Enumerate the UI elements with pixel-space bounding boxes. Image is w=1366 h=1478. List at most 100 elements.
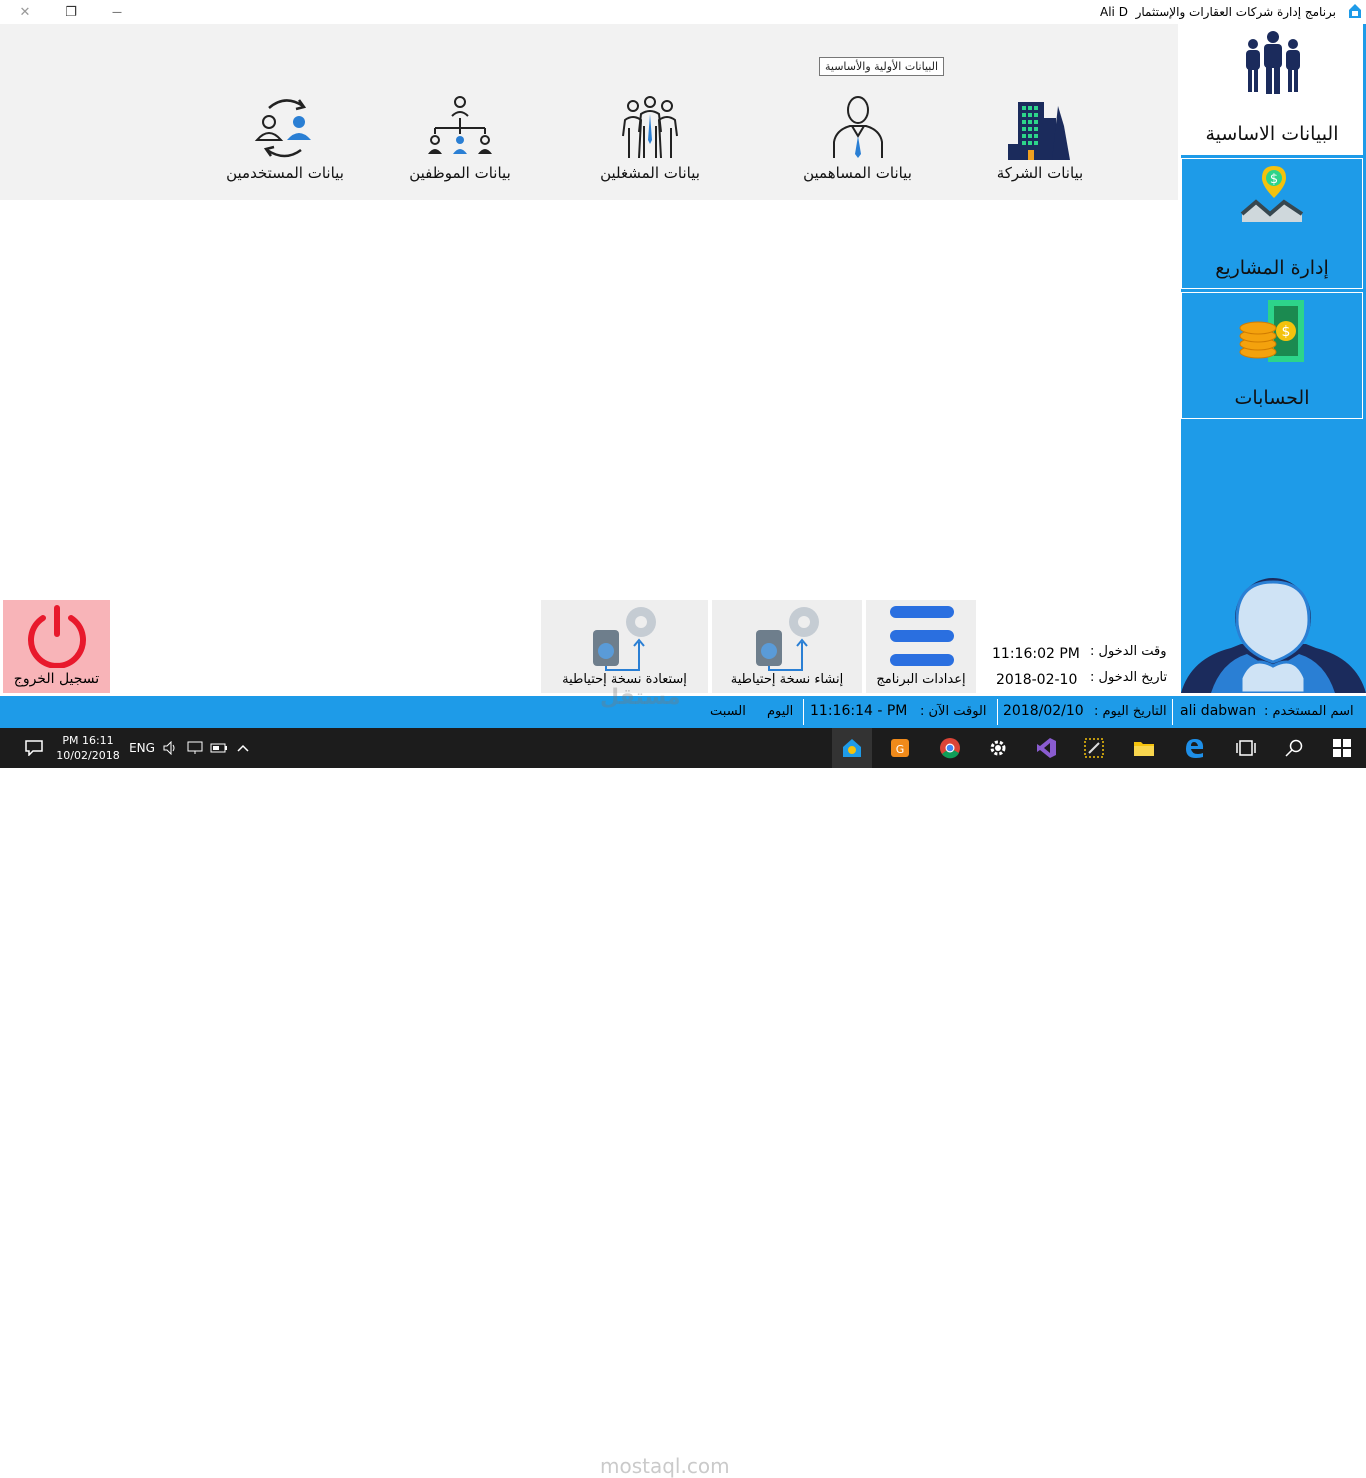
backup-create-button[interactable]: إنشاء نسخة إحتياطية — [712, 600, 862, 693]
svg-text:$: $ — [1270, 172, 1278, 187]
current-user-short: Ali D — [1100, 5, 1128, 19]
operators-group-icon — [622, 96, 678, 159]
avatar-icon — [1181, 578, 1366, 695]
tool-label: بيانات المساهمين — [803, 164, 912, 182]
sheepos-icon: G — [891, 739, 909, 757]
status-user-value: ali dabwan — [1180, 703, 1257, 719]
chrome-icon — [940, 738, 960, 759]
sidebar-item-label: البيانات الاساسية — [1205, 123, 1339, 145]
tool-label: بيانات الموظفين — [409, 164, 511, 182]
tool-users-data[interactable]: بيانات المستخدمين — [215, 96, 355, 182]
status-day-label: اليوم — [767, 704, 794, 719]
language-indicator[interactable]: ENG — [126, 728, 158, 768]
taskbar-clock[interactable]: PM 16:11 10/02/2018 — [56, 728, 120, 768]
status-time-label: الوقت الآن : — [920, 704, 987, 719]
status-day-value: السبت — [710, 704, 746, 719]
taskbar-app-visual-studio[interactable] — [1026, 728, 1066, 768]
tool-shareholders-data[interactable]: بيانات المساهمين — [790, 96, 925, 182]
visual-studio-icon — [1037, 738, 1056, 758]
close-icon: ✕ — [19, 4, 31, 20]
tool-label: بيانات الشركة — [996, 164, 1084, 182]
status-user-label: اسم المستخدم : — [1264, 704, 1354, 719]
taskbar-app-sheepos[interactable]: G — [880, 728, 920, 768]
sidebar-item-projects[interactable]: $ إدارة المشاريع — [1181, 158, 1363, 289]
close-button[interactable]: ✕ — [2, 0, 48, 24]
network-icon[interactable] — [184, 728, 206, 768]
taskbar-app-chrome[interactable] — [930, 728, 970, 768]
task-view-icon — [1236, 740, 1256, 756]
gear-icon — [990, 740, 1006, 756]
tool-operators-data[interactable]: بيانات المشغلين — [585, 96, 715, 182]
people-group-icon — [1246, 31, 1300, 94]
tooltip: البيانات الأولية والأساسية — [819, 57, 945, 76]
clock-time: PM 16:11 — [62, 734, 114, 747]
sidebar-item-label: إدارة المشاريع — [1215, 257, 1329, 279]
sidebar-item-label: الحسابات — [1234, 387, 1310, 409]
search-icon — [1285, 739, 1303, 757]
app-title: برنامج إدارة شركات العقارات والإستثمار — [1135, 5, 1336, 19]
backup-create-icon — [756, 607, 819, 671]
taskbar-app-settings[interactable] — [978, 728, 1018, 768]
divider — [803, 699, 804, 725]
status-bar: اسم المستخدم : ali dabwan التاريخ اليوم … — [0, 696, 1366, 728]
sidebar-item-basic-data[interactable]: البيانات الاساسية — [1181, 24, 1363, 155]
login-time-label: وقت الدخول : — [1090, 644, 1167, 659]
folder-icon — [1134, 742, 1154, 756]
edge-icon — [1186, 739, 1204, 758]
notification-icon — [25, 740, 43, 756]
restore-button[interactable]: ❐ — [48, 0, 94, 24]
divider — [1172, 699, 1173, 725]
login-date-value: 2018-02-10 — [996, 672, 1078, 688]
sidebar-item-accounts[interactable]: $ الحسابات — [1181, 292, 1363, 419]
menu-icon — [890, 606, 954, 666]
taskbar-app-edge[interactable] — [1174, 728, 1214, 768]
backup-restore-icon — [593, 607, 656, 671]
svg-text:$: $ — [1282, 324, 1291, 340]
login-time-value: 11:16:02 PM — [992, 646, 1080, 662]
task-view-button[interactable] — [1226, 728, 1266, 768]
businessman-icon — [832, 96, 883, 158]
status-date-value: 2018/02/10 — [1003, 703, 1084, 719]
status-time-value: 11:16:14 - PM — [810, 703, 908, 719]
minimize-icon: — — [112, 6, 122, 18]
taskbar-app-realestate[interactable] — [832, 728, 872, 768]
sidebar: البيانات الاساسية $ إدارة المشاريع $ الح… — [1181, 24, 1366, 578]
battery-icon[interactable] — [208, 728, 230, 768]
tool-employees-data[interactable]: بيانات الموظفين — [395, 96, 525, 182]
watermark-url: mostaql.com — [600, 1454, 730, 1478]
toolbar-panel: بيانات الشركة بيانات المساهمين بيانات ال… — [0, 24, 1178, 200]
users-sync-icon — [254, 99, 311, 158]
action-center-button[interactable] — [14, 728, 54, 768]
user-avatar — [1181, 578, 1366, 695]
title-bar: ✕ ❐ — Ali D برنامج إدارة شركات العقارات … — [0, 0, 1366, 24]
tool-company-data[interactable]: بيانات الشركة — [990, 96, 1090, 182]
coins-money-icon: $ — [1239, 300, 1304, 362]
watermark-logo: مستقل — [600, 685, 681, 710]
app-icon — [1349, 4, 1361, 18]
power-icon — [28, 605, 86, 668]
house-dollar-icon: $ — [1240, 166, 1304, 222]
house-app-icon — [843, 739, 861, 757]
start-button[interactable] — [1322, 728, 1362, 768]
tool-label: بيانات المستخدمين — [226, 164, 344, 182]
logout-button[interactable]: تسجيل الخروج — [3, 600, 110, 693]
windows-icon — [1333, 739, 1351, 757]
tool-icon — [1084, 738, 1104, 758]
search-button[interactable] — [1274, 728, 1314, 768]
taskbar: PM 16:11 10/02/2018 ENG mostaql.com G — [0, 728, 1366, 1478]
taskbar-app-tool[interactable] — [1074, 728, 1114, 768]
clock-date: 10/02/2018 — [56, 749, 120, 762]
logout-label: تسجيل الخروج — [13, 671, 100, 687]
taskbar-app-file-explorer[interactable] — [1124, 728, 1164, 768]
backup-restore-button[interactable]: إستعادة نسخة إحتياطية — [541, 600, 708, 693]
status-date-label: التاريخ اليوم : — [1094, 704, 1167, 719]
backup-create-label: إنشاء نسخة إحتياطية — [730, 672, 844, 687]
settings-button[interactable]: إعدادات البرنامج — [866, 600, 976, 693]
divider — [997, 699, 998, 725]
volume-icon[interactable] — [160, 728, 180, 768]
settings-label: إعدادات البرنامج — [876, 672, 966, 687]
svg-text:G: G — [896, 743, 905, 756]
minimize-button[interactable]: — — [94, 0, 140, 24]
login-date-label: تاريخ الدخول : — [1090, 670, 1168, 685]
chevron-up-icon[interactable] — [232, 728, 254, 768]
